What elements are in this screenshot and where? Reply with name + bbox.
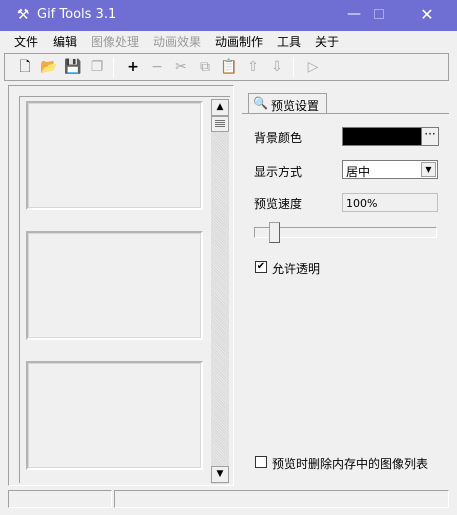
window-title: Gif Tools 3.1 [37,7,117,22]
toolbar-separator [113,57,114,77]
menu-edit[interactable]: 编辑 [53,33,77,50]
menu-animation-making[interactable]: 动画制作 [215,33,263,50]
remove-frame-icon[interactable]: − [147,57,167,77]
frame-thumbnail[interactable] [26,361,203,470]
menu-image-processing[interactable]: 图像处理 [91,33,139,50]
move-up-icon[interactable]: ⇧ [243,57,263,77]
status-pane-left [8,490,112,508]
scroll-down-button[interactable]: ▼ [211,466,229,483]
preview-speed-value: 100% [346,197,378,210]
new-file-icon[interactable]: 🗋 [15,57,35,77]
frame-list-panel [8,85,234,486]
menu-about[interactable]: 关于 [315,33,339,50]
delete-image-list-label[interactable]: 预览时删除内存中的图像列表 [272,455,428,472]
frame-list-scrollbar[interactable]: ▲ ▼ [211,99,229,484]
save-all-icon[interactable]: ❐ [87,57,107,77]
tools-icon: ⚒ [16,7,30,23]
menu-tools[interactable]: 工具 [277,33,301,50]
display-mode-select[interactable]: 居中 ▼ [342,160,438,179]
tab-label: 预览设置 [271,99,320,113]
frame-thumbnail[interactable] [26,231,203,340]
allow-transparency-checkbox[interactable]: ✔ [255,261,267,273]
status-bar [0,488,457,515]
title-bar: ⚒ Gif Tools 3.1 — ✕ [0,0,457,31]
status-pane-right [114,490,449,508]
close-button[interactable]: ✕ [404,0,450,31]
toolbar-separator [293,57,294,77]
tab-divider [242,113,449,114]
menu-bar: 文件 编辑 图像处理 动画效果 动画制作 工具 关于 [0,31,457,51]
allow-transparency-label[interactable]: 允许透明 [272,260,320,277]
tab-preview-settings[interactable]: 🔍 预览设置 [248,93,327,114]
menu-file[interactable]: 文件 [14,33,38,50]
maximize-button [356,0,402,31]
preview-icon: 🔍 [253,96,268,110]
speed-slider-thumb[interactable] [269,222,280,243]
maximize-icon [374,9,384,19]
toolbar: 🗋 📂 💾 ❐ + − ✂ ⧉ 📋 ⇧ ⇩ ▷ [4,53,449,81]
display-mode-label: 显示方式 [254,165,303,179]
speed-slider-track[interactable] [254,227,437,238]
bg-color-picker-button[interactable]: ··· [421,127,439,146]
preview-speed-field: 100% [342,193,438,212]
copy-icon[interactable]: ⧉ [195,57,215,77]
frame-list[interactable] [19,96,230,483]
scroll-thumb[interactable] [211,116,229,132]
add-frame-icon[interactable]: + [123,57,143,77]
save-icon[interactable]: 💾 [63,57,83,77]
scroll-up-button[interactable]: ▲ [211,99,229,116]
cut-icon[interactable]: ✂ [171,57,191,77]
frame-thumbnail[interactable] [26,101,203,210]
open-folder-icon[interactable]: 📂 [39,57,59,77]
play-icon[interactable]: ▷ [303,57,323,77]
paste-icon[interactable]: 📋 [219,57,239,77]
chevron-down-icon[interactable]: ▼ [421,162,436,177]
menu-animation-effects[interactable]: 动画效果 [153,33,201,50]
display-mode-value: 居中 [346,165,371,179]
move-down-icon[interactable]: ⇩ [267,57,287,77]
bg-color-label: 背景颜色 [254,131,303,145]
delete-image-list-checkbox[interactable] [255,456,267,468]
preview-speed-label: 预览速度 [254,197,303,211]
